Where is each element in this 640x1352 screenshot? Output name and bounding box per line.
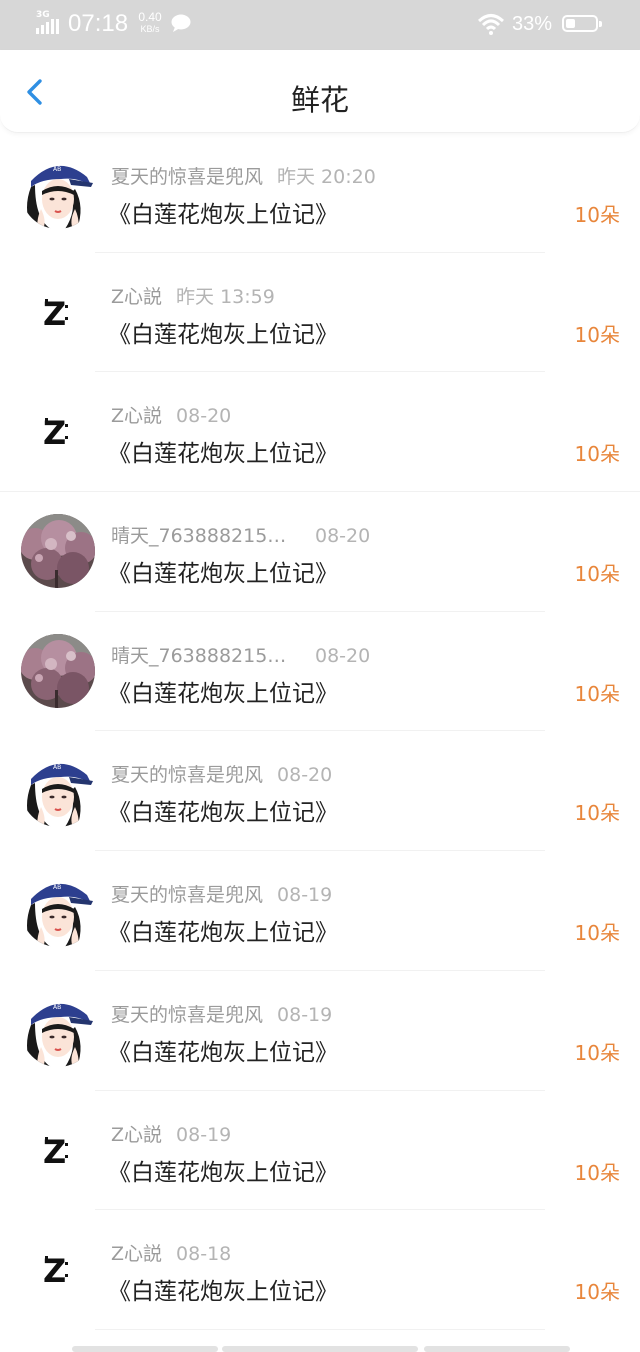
svg-text:AB: AB: [53, 764, 61, 771]
book-title[interactable]: 《白莲花炮灰上位记》: [108, 554, 338, 588]
user-avatar[interactable]: [21, 514, 95, 589]
username[interactable]: 夏天的惊喜是兜风: [111, 162, 263, 189]
flower-record-row[interactable]: AB 夏天的惊喜是兜风 08-20 《白莲花炮灰上位记》 10朵: [0, 731, 640, 852]
chat-bubble-icon: [171, 14, 191, 32]
user-avatar[interactable]: Z: [21, 1232, 95, 1307]
flower-count: 10朵: [574, 562, 620, 587]
user-info-line: Z心説 08-20: [111, 401, 231, 428]
speed-value: 0.40: [138, 10, 162, 24]
send-time: 08-18: [176, 1243, 232, 1266]
user-info-line: 晴天_763888215… 08-20: [111, 641, 370, 668]
send-time: 08-19: [176, 1123, 232, 1146]
wifi-icon: [477, 13, 505, 35]
battery-icon: [562, 15, 602, 32]
flower-record-row[interactable]: Z Z心説 08-19 《白莲花炮灰上位记》 10朵: [0, 1091, 640, 1211]
page-title: 鲜花: [290, 83, 349, 117]
flower-record-row[interactable]: Z Z心説 08-18 《白莲花炮灰上位记》 10朵: [0, 1210, 640, 1330]
flower-record-row[interactable]: 晴天_763888215… 08-20 《白莲花炮灰上位记》 10朵: [0, 492, 640, 612]
user-avatar[interactable]: Z: [21, 394, 95, 469]
network-type: 3G: [36, 10, 50, 20]
book-title[interactable]: 《白莲花炮灰上位记》: [108, 315, 338, 349]
send-time: 08-19: [277, 884, 333, 907]
username[interactable]: Z心説: [111, 1239, 162, 1266]
send-time: 08-20: [315, 525, 371, 548]
battery-percent: 33%: [512, 13, 553, 35]
username[interactable]: Z心説: [111, 401, 162, 428]
user-info-line: 晴天_763888215… 08-20: [111, 521, 370, 548]
user-info-line: Z心説 08-18: [111, 1239, 231, 1266]
username[interactable]: 夏天的惊喜是兜风: [111, 760, 263, 787]
user-info-line: Z心説 昨天 13:59: [111, 282, 275, 309]
user-info-line: 夏天的惊喜是兜风 08-19: [111, 880, 332, 907]
clock: 07:18: [68, 10, 129, 37]
user-info-line: 夏天的惊喜是兜风 08-19: [111, 1000, 332, 1027]
user-avatar[interactable]: AB: [21, 992, 95, 1067]
speed-unit: KB/s: [140, 24, 160, 34]
send-time: 昨天 13:59: [176, 285, 275, 308]
username[interactable]: Z心説: [111, 1120, 162, 1147]
user-avatar[interactable]: AB: [21, 155, 95, 229]
flower-count: 10朵: [574, 1160, 620, 1185]
book-title[interactable]: 《白莲花炮灰上位记》: [108, 1033, 338, 1067]
flower-record-row[interactable]: AB 夏天的惊喜是兜风 昨天 20:20 《白莲花炮灰上位记》 10朵: [0, 133, 640, 253]
send-time: 08-20: [277, 764, 333, 787]
cell-signal-icon: 3G: [36, 10, 62, 34]
svg-text:AB: AB: [53, 166, 61, 173]
flower-record-row[interactable]: AB 夏天的惊喜是兜风 08-19 《白莲花炮灰上位记》 10朵: [0, 971, 640, 1091]
username[interactable]: 晴天_763888215…: [111, 641, 301, 668]
row-divider: [95, 1328, 545, 1330]
send-time: 08-20: [315, 644, 371, 667]
user-info-line: 夏天的惊喜是兜风 08-20: [111, 760, 332, 787]
user-info-line: Z心説 08-19: [111, 1120, 231, 1147]
battery-fill: [566, 19, 575, 28]
flower-count: 10朵: [574, 1280, 620, 1305]
user-avatar[interactable]: [21, 633, 95, 708]
flower-record-row[interactable]: Z Z心説 08-20 《白莲花炮灰上位记》 10朵: [0, 372, 640, 493]
svg-text:AB: AB: [53, 884, 61, 891]
next-row-peek: [0, 1337, 640, 1352]
user-avatar[interactable]: Z: [21, 1112, 95, 1187]
network-speed: 0.40 KB/s: [135, 11, 165, 35]
flower-count: 10朵: [574, 1040, 620, 1065]
book-title[interactable]: 《白莲花炮灰上位记》: [108, 674, 338, 708]
username[interactable]: 夏天的惊喜是兜风: [111, 880, 263, 907]
username[interactable]: Z心説: [111, 282, 162, 309]
flower-count: 10朵: [574, 203, 620, 227]
send-time: 08-19: [277, 1003, 333, 1026]
username[interactable]: 夏天的惊喜是兜风: [111, 1000, 263, 1027]
book-title[interactable]: 《白莲花炮灰上位记》: [108, 913, 338, 947]
flower-record-row[interactable]: AB 夏天的惊喜是兜风 08-19 《白莲花炮灰上位记》 10朵: [0, 851, 640, 971]
flower-count: 10朵: [574, 442, 620, 467]
book-title[interactable]: 《白莲花炮灰上位记》: [108, 434, 338, 468]
flower-count: 10朵: [574, 801, 620, 826]
svg-text:AB: AB: [53, 1004, 61, 1011]
flower-count: 10朵: [574, 681, 620, 706]
status-bar: 3G 07:18 0.40 KB/s 33%: [0, 0, 640, 50]
flower-record-list: AB 夏天的惊喜是兜风 昨天 20:20 《白莲花炮灰上位记》 10朵 Z Z心説 昨天 13…: [0, 133, 640, 1330]
user-avatar[interactable]: AB: [21, 873, 95, 948]
book-title[interactable]: 《白莲花炮灰上位记》: [108, 195, 338, 229]
book-title[interactable]: 《白莲花炮灰上位记》: [108, 793, 338, 827]
flower-record-row[interactable]: Z Z心説 昨天 13:59 《白莲花炮灰上位记》 10朵: [0, 253, 640, 373]
user-info-line: 夏天的惊喜是兜风 昨天 20:20: [111, 162, 376, 189]
send-time: 昨天 20:20: [277, 166, 376, 188]
username[interactable]: 晴天_763888215…: [111, 521, 301, 548]
send-time: 08-20: [176, 405, 232, 428]
book-title[interactable]: 《白莲花炮灰上位记》: [108, 1153, 338, 1187]
user-avatar[interactable]: AB: [21, 753, 95, 828]
flower-count: 10朵: [574, 322, 620, 347]
nav-bar: 鲜花: [0, 50, 640, 133]
flower-count: 10朵: [574, 921, 620, 946]
user-avatar[interactable]: Z: [21, 274, 95, 349]
flower-record-row[interactable]: 晴天_763888215… 08-20 《白莲花炮灰上位记》 10朵: [0, 612, 640, 732]
book-title[interactable]: 《白莲花炮灰上位记》: [108, 1272, 338, 1306]
